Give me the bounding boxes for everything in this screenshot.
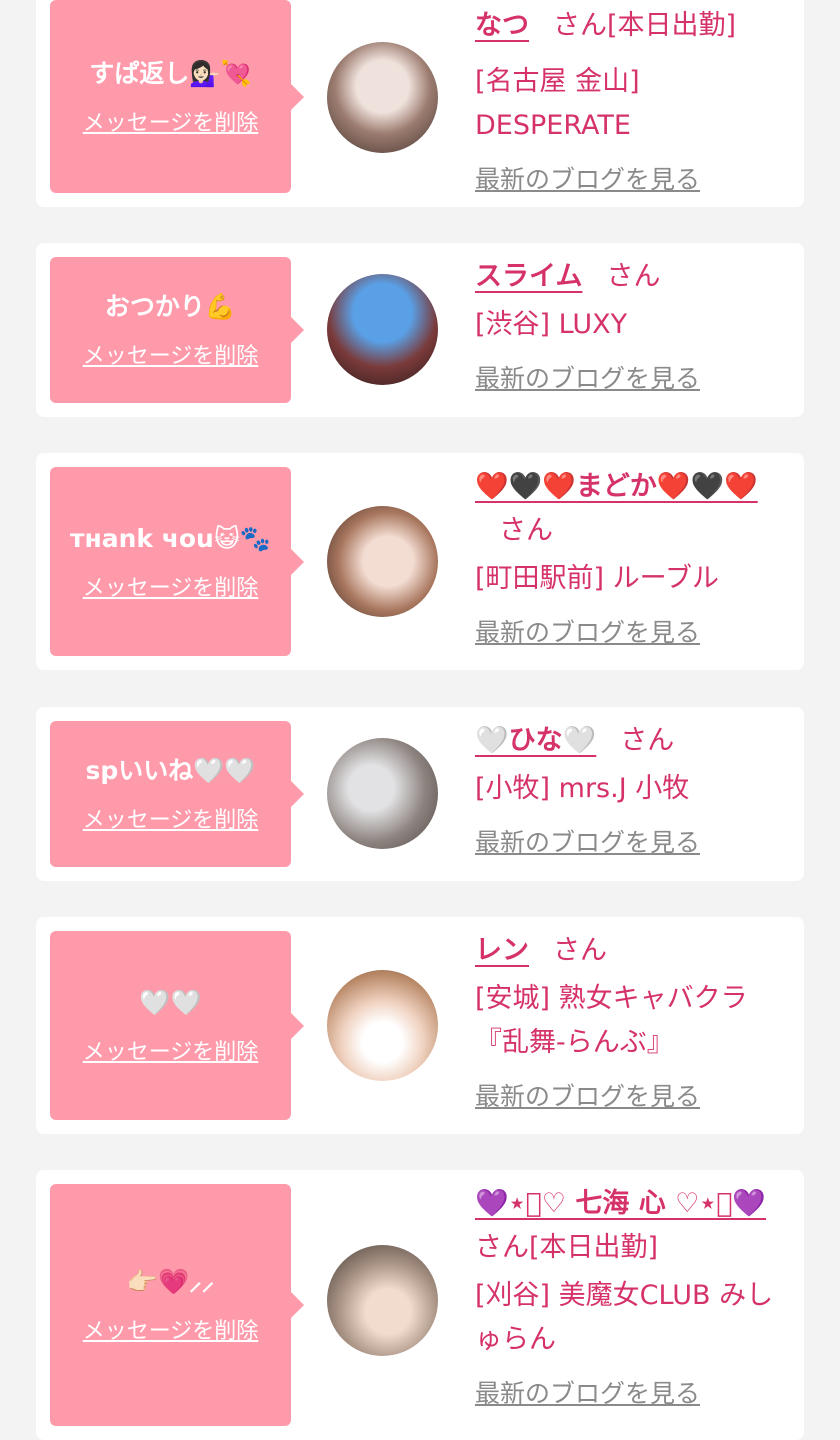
message-text: 👉🏻💗⸝⸝ — [126, 1267, 215, 1296]
delete-message-link[interactable]: メッセージを削除 — [83, 105, 259, 137]
message-bubble: spいいね🤍🤍 メッセージを削除 — [50, 721, 304, 867]
avatar[interactable] — [327, 42, 438, 153]
today-working-tag: [本日出勤] — [529, 1232, 659, 1263]
message-text: 🤍🤍 — [139, 987, 202, 1017]
cast-info: レン さん [安城] 熟女キャバクラ『乱舞-らんぶ』 最新のブログを見る — [475, 929, 790, 1119]
shop-name: [安城] 熟女キャバクラ『乱舞-らんぶ』 — [475, 983, 748, 1058]
shop-name: [刈谷] 美魔女CLUB みしゅらん — [475, 1280, 774, 1355]
honorific: さん — [499, 515, 553, 546]
cast-info: 🤍ひな🤍 さん [小牧] mrs.J 小牧 最新のブログを見る — [475, 719, 790, 865]
cast-info: ❤️🖤❤️まどか❤️🖤❤️ さん [町田駅前] ルーブル 最新のブログを見る — [475, 465, 790, 655]
latest-blog-link[interactable]: 最新のブログを見る — [475, 611, 790, 655]
honorific: さん — [606, 261, 661, 292]
message-bubble: 🤍🤍 メッセージを削除 — [50, 931, 304, 1120]
latest-blog-link[interactable]: 最新のブログを見る — [475, 821, 790, 865]
message-card: おつかり💪 メッセージを削除 スライム さん [渋谷] LUXY 最新のブログを見… — [36, 243, 804, 417]
avatar[interactable] — [327, 506, 438, 617]
latest-blog-link[interactable]: 最新のブログを見る — [475, 158, 790, 202]
honorific: さん — [553, 935, 607, 966]
message-text: おつかり💪 — [104, 292, 237, 321]
latest-blog-link[interactable]: 最新のブログを見る — [475, 357, 790, 401]
message-text: すぱ返し💁🏻‍♀️💘 — [89, 58, 252, 88]
avatar[interactable] — [327, 274, 438, 385]
avatar[interactable] — [327, 1245, 438, 1356]
delete-message-link[interactable]: メッセージを削除 — [83, 338, 259, 370]
delete-message-link[interactable]: メッセージを削除 — [83, 802, 259, 834]
message-card: 👉🏻💗⸝⸝ メッセージを削除 💜⋆͛♡ 七海 心 ♡⋆͛💜 さん[本日出勤] [刈… — [36, 1170, 804, 1440]
delete-message-link[interactable]: メッセージを削除 — [83, 1034, 259, 1066]
cast-name-link[interactable]: レン — [475, 935, 529, 966]
today-working-tag: [本日出勤] — [607, 10, 737, 41]
latest-blog-link[interactable]: 最新のブログを見る — [475, 1372, 790, 1416]
message-card: spいいね🤍🤍 メッセージを削除 🤍ひな🤍 さん [小牧] mrs.J 小牧 最新… — [36, 707, 804, 881]
message-card: すぱ返し💁🏻‍♀️💘 メッセージを削除 なつ さん[本日出勤] [名古屋 金山] … — [36, 0, 804, 207]
shop-name: [名古屋 金山] DESPERATE — [475, 66, 640, 141]
shop-name: [渋谷] LUXY — [475, 309, 628, 340]
honorific: さん — [620, 725, 675, 756]
cast-name-link[interactable]: 🤍ひな🤍 — [475, 725, 596, 756]
delete-message-link[interactable]: メッセージを削除 — [83, 570, 259, 602]
message-bubble: おつかり💪 メッセージを削除 — [50, 257, 304, 403]
honorific: さん — [553, 10, 607, 41]
message-bubble: 👉🏻💗⸝⸝ メッセージを削除 — [50, 1184, 304, 1426]
cast-name-link[interactable]: なつ — [475, 10, 529, 41]
message-text: spいいね🤍🤍 — [85, 756, 256, 785]
cast-info: なつ さん[本日出勤] [名古屋 金山] DESPERATE 最新のブログを見る — [475, 4, 790, 202]
shop-name: [小牧] mrs.J 小牧 — [475, 773, 690, 804]
message-card: 🤍🤍 メッセージを削除 レン さん [安城] 熟女キャバクラ『乱舞-らんぶ』 最新… — [36, 917, 804, 1134]
message-bubble: тнank чou😺🐾 メッセージを削除 — [50, 467, 304, 656]
cast-info: 💜⋆͛♡ 七海 心 ♡⋆͛💜 さん[本日出勤] [刈谷] 美魔女CLUB みしゅら… — [475, 1182, 790, 1416]
shop-name: [町田駅前] ルーブル — [475, 563, 720, 594]
delete-message-link[interactable]: メッセージを削除 — [83, 1313, 259, 1345]
latest-blog-link[interactable]: 最新のブログを見る — [475, 1075, 790, 1119]
cast-name-link[interactable]: 💜⋆͛♡ 七海 心 ♡⋆͛💜 — [475, 1188, 766, 1219]
avatar[interactable] — [327, 970, 438, 1081]
message-text: тнank чou😺🐾 — [69, 523, 272, 553]
cast-info: スライム さん [渋谷] LUXY 最新のブログを見る — [475, 255, 790, 401]
cast-name-link[interactable]: ❤️🖤❤️まどか❤️🖤❤️ — [475, 471, 758, 502]
avatar[interactable] — [327, 738, 438, 849]
cast-name-link[interactable]: スライム — [475, 261, 582, 292]
honorific: さん — [475, 1232, 529, 1263]
message-bubble: すぱ返し💁🏻‍♀️💘 メッセージを削除 — [50, 0, 304, 193]
message-card: тнank чou😺🐾 メッセージを削除 ❤️🖤❤️まどか❤️🖤❤️ さん [町田… — [36, 453, 804, 670]
